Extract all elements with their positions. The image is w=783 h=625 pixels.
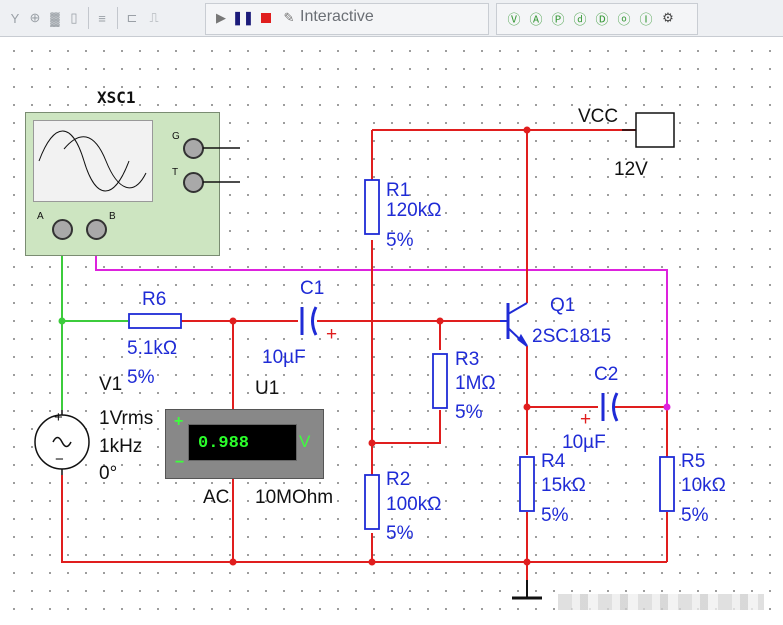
q1-label: Q1 xyxy=(550,295,576,316)
voltmeter-display: 0.988 xyxy=(188,424,297,461)
r3-value: 1MΩ xyxy=(455,373,496,394)
resistor-r4[interactable] xyxy=(519,456,535,512)
oscilloscope-name: XSC1 xyxy=(97,88,136,107)
oscilloscope-screen[interactable] xyxy=(33,120,153,202)
c1-value: 10µF xyxy=(262,347,306,368)
c1-polarity: + xyxy=(326,324,338,345)
u1-label: U1 xyxy=(255,378,280,399)
capacitor-c1-curve[interactable] xyxy=(311,306,318,336)
r6-label: R6 xyxy=(142,289,167,310)
vcc-value: 12V xyxy=(614,159,648,180)
oscilloscope-terminal-b-label: B xyxy=(109,211,116,222)
voltmeter-u1[interactable]: + − 0.988 V xyxy=(165,409,324,479)
c2-value: 10µF xyxy=(562,432,606,453)
r3-tolerance: 5% xyxy=(455,402,483,423)
q1-model: 2SC1815 xyxy=(532,326,612,347)
r1-label: R1 xyxy=(386,180,411,201)
r4-tolerance: 5% xyxy=(541,505,569,526)
vcc-source-box[interactable] xyxy=(635,112,675,148)
voltmeter-unit: V xyxy=(299,432,311,451)
u1-plus: + xyxy=(174,413,184,430)
resistor-r2[interactable] xyxy=(364,474,380,530)
v1-amplitude: 1Vrms xyxy=(99,408,154,429)
v1-frequency: 1kHz xyxy=(99,436,143,457)
r1-tolerance: 5% xyxy=(386,230,414,251)
v1-minus: − xyxy=(55,451,64,468)
resistor-r6[interactable] xyxy=(128,313,182,329)
c2-polarity: + xyxy=(580,409,592,430)
voltmeter-reading: 0.988 xyxy=(198,434,250,453)
oscilloscope-terminal-g-label: G xyxy=(172,131,180,142)
resistor-r5[interactable] xyxy=(659,456,675,512)
r6-value: 5.1kΩ xyxy=(127,338,178,359)
resistor-r1[interactable] xyxy=(364,179,380,235)
r4-label: R4 xyxy=(541,451,566,472)
transistor-q1[interactable] xyxy=(500,302,528,347)
u1-minus: − xyxy=(175,454,185,471)
r5-label: R5 xyxy=(681,451,706,472)
oscilloscope-xsc1[interactable]: G T A B xyxy=(25,112,220,256)
r5-value: 10kΩ xyxy=(681,475,726,496)
oscilloscope-terminal-t-label: T xyxy=(172,167,179,178)
r6-tolerance: 5% xyxy=(127,367,155,388)
ground-icon xyxy=(512,580,542,600)
oscilloscope-terminal-t[interactable] xyxy=(183,172,204,193)
oscilloscope-terminal-a[interactable] xyxy=(52,219,73,240)
r4-value: 15kΩ xyxy=(541,475,586,496)
oscilloscope-terminal-b[interactable] xyxy=(86,219,107,240)
v1-phase: 0° xyxy=(99,463,118,484)
r2-tolerance: 5% xyxy=(386,523,414,544)
c1-label: C1 xyxy=(300,278,325,299)
v1-plus: + xyxy=(54,409,63,426)
blurred-watermark xyxy=(558,594,764,610)
u1-mode: AC xyxy=(203,487,230,508)
oscilloscope-terminal-a-label: A xyxy=(37,211,44,222)
resistor-r3[interactable] xyxy=(432,353,448,409)
r1-value: 120kΩ xyxy=(386,200,442,221)
vcc-label: VCC xyxy=(578,106,619,127)
r2-label: R2 xyxy=(386,469,411,490)
wire-r3-bottom[interactable] xyxy=(372,410,441,444)
oscilloscope-terminal-g[interactable] xyxy=(183,138,204,159)
v1-label: V1 xyxy=(99,374,123,395)
r3-label: R3 xyxy=(455,349,480,370)
c2-label: C2 xyxy=(594,364,619,385)
u1-impedance: 10MOhm xyxy=(255,487,334,508)
r2-value: 100kΩ xyxy=(386,494,442,515)
r5-tolerance: 5% xyxy=(681,505,709,526)
